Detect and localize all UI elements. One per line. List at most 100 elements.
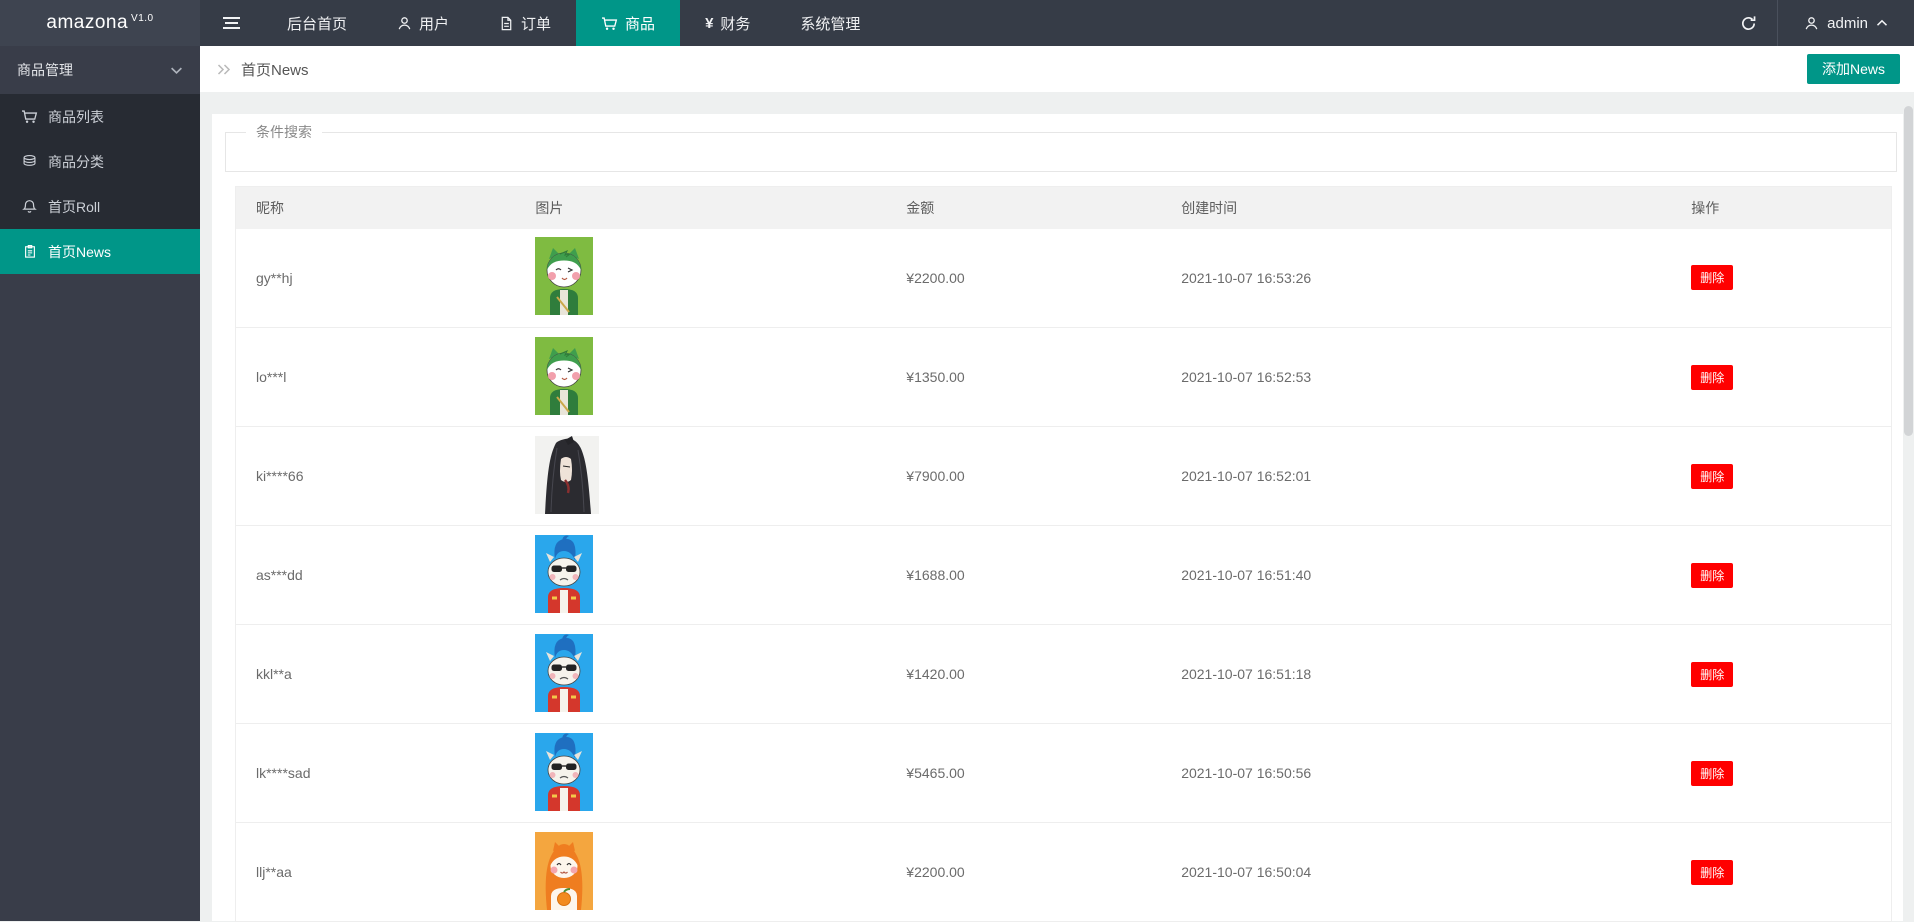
delete-button[interactable]: 删除 (1691, 365, 1733, 390)
sidebar-item-goods-list[interactable]: 商品列表 (0, 94, 200, 139)
refresh-button[interactable] (1719, 0, 1777, 46)
nav-item-label: 订单 (521, 13, 551, 34)
delete-button[interactable]: 删除 (1691, 662, 1733, 687)
actions-cell: 删除 (1671, 823, 1891, 922)
sidebar-group-goods-management[interactable]: 商品管理 (0, 46, 200, 94)
avatar-blue-cat (535, 535, 593, 613)
image-cell (515, 724, 886, 823)
sidebar-item-home-news[interactable]: 首页News (0, 229, 200, 274)
sidebar-item-goods-category[interactable]: 商品分类 (0, 139, 200, 184)
nav-item-label: 财务 (720, 13, 750, 34)
column-header: 图片 (515, 187, 886, 229)
image-cell (515, 625, 886, 724)
created-time-cell: 2021-10-07 16:50:56 (1161, 724, 1671, 823)
nav-item-label: 后台首页 (287, 13, 347, 34)
person-icon (397, 16, 412, 31)
delete-button[interactable]: 删除 (1691, 563, 1733, 588)
search-fieldset: 条件搜索 (225, 122, 1897, 172)
image-cell (515, 328, 886, 427)
created-time-cell: 2021-10-07 16:52:53 (1161, 328, 1671, 427)
table-row: llj**aa ¥2200.00 2021-10-07 16:50:04 删除 (236, 823, 1892, 922)
news-icon (21, 244, 38, 259)
nav-item-label: 商品 (625, 13, 655, 34)
nav-item-orders[interactable]: 订单 (474, 0, 576, 46)
news-table: 昵称图片金额创建时间操作 gy**hj ¥2200.00 2021-10-07 … (235, 186, 1892, 922)
sidebar-item-label: 首页Roll (48, 197, 100, 217)
app-logo-text: amazona (46, 12, 128, 34)
amount-cell: ¥1688.00 (886, 526, 1161, 625)
actions-cell: 删除 (1671, 328, 1891, 427)
amount-cell: ¥2200.00 (886, 229, 1161, 328)
file-icon (499, 16, 514, 31)
double-chevron-icon (216, 63, 232, 76)
sidebar-item-home-roll[interactable]: 首页Roll (0, 184, 200, 229)
delete-button[interactable]: 删除 (1691, 265, 1733, 290)
chevron-up-icon (1876, 19, 1888, 27)
avatar-dark-anime (535, 436, 599, 514)
created-time-cell: 2021-10-07 16:50:04 (1161, 823, 1671, 922)
nav-item-goods[interactable]: 商品 (576, 0, 680, 46)
avatar-blue-cat (535, 733, 593, 811)
app-version: V1.0 (131, 13, 154, 24)
nickname-cell: ki****66 (236, 427, 516, 526)
table-header-row: 昵称图片金额创建时间操作 (236, 187, 1892, 229)
table-row: gy**hj ¥2200.00 2021-10-07 16:53:26 删除 (236, 229, 1892, 328)
scrollbar-thumb[interactable] (1904, 106, 1913, 436)
add-news-button[interactable]: 添加News (1807, 54, 1900, 84)
actions-cell: 删除 (1671, 229, 1891, 328)
nav-item-dashboard[interactable]: 后台首页 (262, 0, 372, 46)
amount-cell: ¥5465.00 (886, 724, 1161, 823)
nickname-cell: kkl**a (236, 625, 516, 724)
column-header: 创建时间 (1161, 187, 1671, 229)
created-time-cell: 2021-10-07 16:51:40 (1161, 526, 1671, 625)
admin-menu[interactable]: admin (1778, 0, 1914, 46)
column-header: 操作 (1671, 187, 1891, 229)
nav-item-users[interactable]: 用户 (372, 0, 474, 46)
content-panel: 条件搜索 昵称图片金额创建时间操作 gy**hj ¥2200.00 2021-1… (212, 114, 1903, 921)
top-navbar: amazonaV1.0 后台首页 用户 订单 商品 ¥ 财务 系统管理 admin (0, 0, 1914, 46)
nickname-cell: as***dd (236, 526, 516, 625)
amount-cell: ¥2200.00 (886, 823, 1161, 922)
amount-cell: ¥7900.00 (886, 427, 1161, 526)
created-time-cell: 2021-10-07 16:53:26 (1161, 229, 1671, 328)
navbar-right: admin (1719, 0, 1914, 46)
table-row: kkl**a ¥1420.00 2021-10-07 16:51:18 删除 (236, 625, 1892, 724)
nickname-cell: lk****sad (236, 724, 516, 823)
table-row: ki****66 ¥7900.00 2021-10-07 16:52:01 删除 (236, 427, 1892, 526)
nickname-cell: lo***l (236, 328, 516, 427)
amount-cell: ¥1350.00 (886, 328, 1161, 427)
amount-cell: ¥1420.00 (886, 625, 1161, 724)
nickname-cell: gy**hj (236, 229, 516, 328)
avatar-blue-cat (535, 634, 593, 712)
actions-cell: 删除 (1671, 625, 1891, 724)
image-cell (515, 229, 886, 328)
table-row: as***dd ¥1688.00 2021-10-07 16:51:40 删除 (236, 526, 1892, 625)
avatar-green-cat (535, 237, 593, 315)
delete-button[interactable]: 删除 (1691, 761, 1733, 786)
sidebar-submenu: 商品列表商品分类首页Roll 首页News (0, 94, 200, 274)
sidebar-item-label: 首页News (48, 242, 111, 262)
yen-icon: ¥ (705, 15, 713, 32)
avatar-orange-cat (535, 832, 593, 910)
page: { "navbar": { "logo": "amazona", "logo_v… (0, 0, 1914, 921)
chevron-down-icon (170, 66, 183, 75)
column-header: 金额 (886, 187, 1161, 229)
delete-button[interactable]: 删除 (1691, 464, 1733, 489)
table-row: lk****sad ¥5465.00 2021-10-07 16:50:56 删… (236, 724, 1892, 823)
refresh-icon (1740, 15, 1757, 32)
delete-button[interactable]: 删除 (1691, 860, 1733, 885)
nav-item-label: 用户 (419, 13, 449, 34)
sidebar: 商品管理 商品列表商品分类首页Roll 首页News (0, 46, 200, 921)
actions-cell: 删除 (1671, 427, 1891, 526)
main-nav: 后台首页 用户 订单 商品 ¥ 财务 系统管理 (262, 0, 885, 46)
nav-item-system[interactable]: 系统管理 (775, 0, 885, 46)
scrollbar-track[interactable] (1903, 46, 1914, 921)
column-header: 昵称 (236, 187, 516, 229)
app-logo: amazonaV1.0 (0, 0, 200, 46)
sidebar-group-label: 商品管理 (17, 60, 73, 80)
hamburger-menu-icon[interactable] (200, 0, 262, 46)
breadcrumb-bar: 首页News 添加News (200, 46, 1914, 92)
nav-item-finance[interactable]: ¥ 财务 (680, 0, 775, 46)
cart-icon (601, 16, 618, 31)
image-cell (515, 526, 886, 625)
